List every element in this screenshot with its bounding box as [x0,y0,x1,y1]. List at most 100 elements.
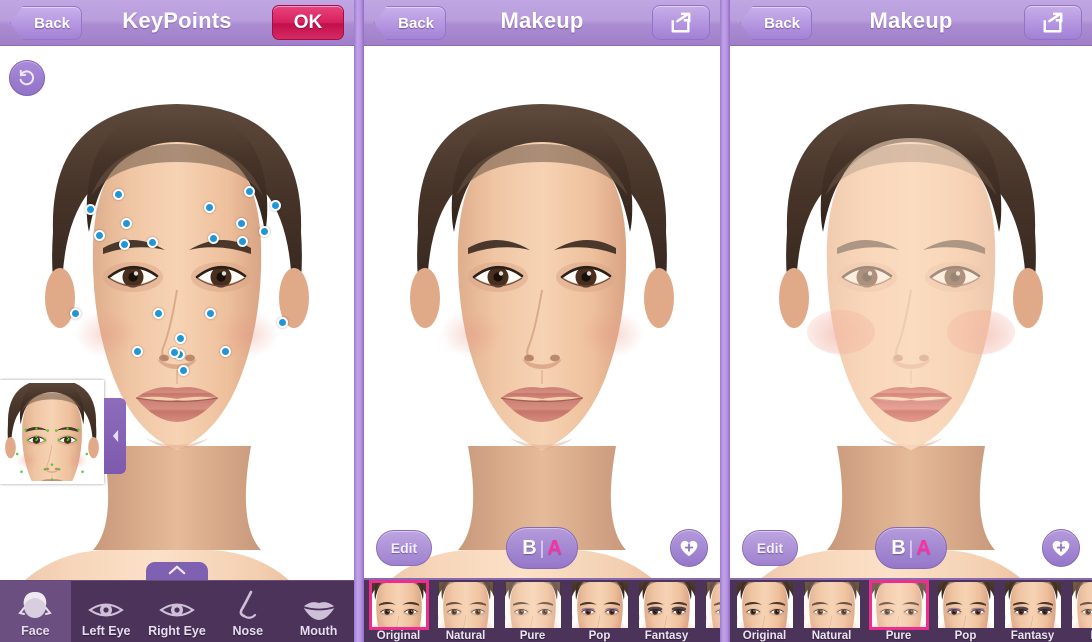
keypoint-marker[interactable] [152,307,164,319]
keypoint-marker[interactable] [168,346,180,358]
style-item-daily[interactable]: Dai [1067,580,1092,642]
keypoint-marker[interactable] [269,199,281,211]
style-item-pure[interactable]: Pure [866,580,931,642]
style-thumbnail [1071,582,1092,628]
edit-button[interactable]: Edit [376,530,432,566]
keypoint-marker[interactable] [243,185,255,197]
panel-separator [720,0,730,642]
keypoint-marker[interactable] [177,364,189,376]
face-photo [0,46,354,580]
style-item-fantasy[interactable]: Fantasy [634,580,699,642]
face-preview-thumbnail[interactable] [0,380,104,484]
style-item-pop[interactable]: Pop [933,580,998,642]
style-label: Original [742,630,787,642]
keypoint-marker[interactable] [131,345,143,357]
style-item-pop[interactable]: Pop [567,580,632,642]
keypoint-marker[interactable] [120,217,132,229]
header-keypoints: Back KeyPoints OK [0,0,354,46]
before-after-toggle[interactable]: B | A [506,527,578,569]
keypoint-marker[interactable] [235,217,247,229]
keypoint-marker[interactable] [118,238,130,250]
style-label: Pure [519,630,546,642]
ok-button[interactable]: OK [272,5,344,40]
feature-tab-label: Face [21,624,50,638]
keypoint-marker[interactable] [203,201,215,213]
keypoint-marker[interactable] [236,235,248,247]
compare-divider: | [908,537,914,558]
preview-collapse-button[interactable] [104,398,126,474]
after-label: A [547,536,562,559]
panel-separator [354,0,364,642]
keypoint-marker[interactable] [204,307,216,319]
style-thumbnail [638,582,695,628]
keypoint-marker[interactable] [93,229,105,241]
style-strip[interactable]: Original Natural Pure Pop Fantasy [364,578,720,642]
chevron-up-icon [168,565,186,575]
edit-row: Edit B | A [364,527,720,574]
keypoint-marker[interactable] [146,236,158,248]
feature-tab-right-eye[interactable]: Right Eye [142,581,213,642]
before-label: B [522,536,537,559]
chevron-left-icon [112,429,118,443]
eye-icon [88,588,124,622]
style-item-pure[interactable]: Pure [500,580,565,642]
share-box-arrow-icon[interactable] [652,5,710,40]
expand-toolbar-button[interactable] [146,562,208,580]
style-thumbnail [571,582,628,628]
style-item-natural[interactable]: Natural [433,580,498,642]
style-thumbnail [1004,582,1061,628]
feature-tab-label: Left Eye [81,624,131,638]
nose-icon [233,588,263,622]
share-box-arrow-icon[interactable] [1024,5,1082,40]
feature-tab-label: Right Eye [148,624,206,638]
header-makeup: Back Makeup [364,0,720,46]
keypoint-marker[interactable] [69,307,81,319]
header-makeup: Back Makeup [730,0,1092,46]
style-thumbnail [736,582,793,628]
panel-makeup-pure: Back Makeup Edit B | A Original Natural … [730,0,1092,642]
style-item-original[interactable]: Original [366,580,431,642]
feature-tab-mouth[interactable]: Mouth [283,581,354,642]
style-thumbnail [504,582,561,628]
keypoint-marker[interactable] [207,232,219,244]
keypoint-marker[interactable] [84,203,96,215]
keypoint-marker[interactable] [174,332,186,344]
after-label: A [916,536,931,559]
before-after-toggle[interactable]: B | A [875,527,947,569]
eye-icon [159,588,195,622]
app-screenshot: Back KeyPoints OK Face Left Eye Right Ey… [0,0,1092,642]
keypoint-marker[interactable] [276,316,288,328]
feature-tab-label: Nose [232,624,264,638]
face-head-icon [18,588,53,622]
style-thumbnail [803,582,860,628]
undo-rotate-left-icon[interactable] [9,60,45,96]
style-thumbnail [368,580,429,630]
keypoint-marker[interactable] [219,345,231,357]
style-label: Fantasy [644,630,689,642]
style-thumbnail [705,582,720,628]
keypoint-marker[interactable] [258,225,270,237]
style-item-daily[interactable]: Dai [701,580,720,642]
style-label: Fantasy [1010,630,1055,642]
keypoint-marker[interactable] [112,188,124,200]
feature-tab-face[interactable]: Face [0,581,71,642]
edit-row: Edit B | A [730,527,1092,574]
panel-makeup-original: Back Makeup Edit B | A Original Natural … [364,0,720,642]
style-item-original[interactable]: Original [732,580,797,642]
feature-tab-left-eye[interactable]: Left Eye [71,581,142,642]
edit-button[interactable]: Edit [742,530,798,566]
style-label: Natural [811,630,852,642]
style-label: Original [376,630,421,642]
feature-toolbar: Face Left Eye Right Eye Nose Mouth [0,580,354,642]
feature-tab-nose[interactable]: Nose [212,581,283,642]
heart-plus-icon[interactable] [670,529,708,567]
panel-keypoints: Back KeyPoints OK Face Left Eye Right Ey… [0,0,354,642]
heart-plus-icon[interactable] [1042,529,1080,567]
style-label: Pop [954,630,977,642]
style-thumbnail [868,580,929,630]
style-item-fantasy[interactable]: Fantasy [1000,580,1065,642]
photo-stage[interactable] [0,46,354,580]
style-strip[interactable]: Original Natural Pure Pop Fantasy [730,578,1092,642]
style-label: Pop [588,630,611,642]
style-item-natural[interactable]: Natural [799,580,864,642]
